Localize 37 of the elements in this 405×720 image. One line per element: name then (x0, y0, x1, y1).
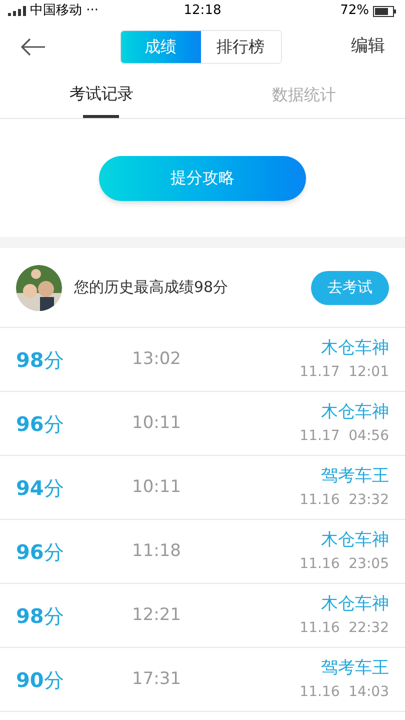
exam-date: 11.17 04:56 (300, 426, 389, 446)
exam-date: 11.16 14:03 (300, 682, 389, 702)
exam-duration: 10:11 (132, 412, 182, 435)
signal-icon (8, 6, 26, 16)
rank-title: 木仓车神 (321, 401, 389, 424)
score: 96分 (16, 538, 65, 566)
tab[interactable]: 数据统计 (202, 72, 405, 118)
tab[interactable]: 考试记录 (0, 72, 202, 118)
carrier-name: 中国移动 ··· (30, 2, 99, 20)
score: 96分 (16, 410, 65, 438)
exam-date: 11.17 12:01 (300, 362, 389, 382)
battery-icon (373, 6, 398, 16)
exam-duration: 13:02 (132, 348, 182, 371)
score: 98分 (16, 346, 65, 374)
edit-button[interactable]: 编辑 (351, 34, 385, 60)
exam-date: 11.16 23:32 (300, 490, 389, 510)
exam-duration: 12:21 (132, 604, 182, 627)
clock-time: 12:18 (182, 2, 222, 20)
rank-title: 木仓车神 (321, 593, 389, 616)
take-exam-button[interactable]: 去考试 (311, 270, 389, 304)
exam-duration: 10:11 (132, 476, 182, 499)
rank-title: 木仓车神 (321, 337, 389, 360)
tips-button[interactable]: 提分攻略 (99, 156, 306, 200)
battery-percent: 72% (340, 2, 370, 20)
score: 94分 (16, 474, 65, 502)
best-score-text: 您的历史最高成绩98分 (74, 277, 230, 298)
exam-date: 11.16 22:32 (300, 618, 389, 638)
rank-title: 驾考车王 (321, 465, 389, 488)
back-arrow-icon (20, 38, 46, 56)
rank-title: 木仓车神 (321, 529, 389, 552)
rank-title: 驾考车王 (321, 657, 389, 680)
exam-date: 11.16 23:05 (300, 554, 389, 574)
segment-tab[interactable]: 成绩 (120, 31, 200, 63)
score: 90分 (16, 666, 65, 694)
exam-duration: 17:31 (132, 668, 182, 691)
score: 98分 (16, 602, 65, 630)
exam-duration: 11:18 (132, 540, 182, 563)
